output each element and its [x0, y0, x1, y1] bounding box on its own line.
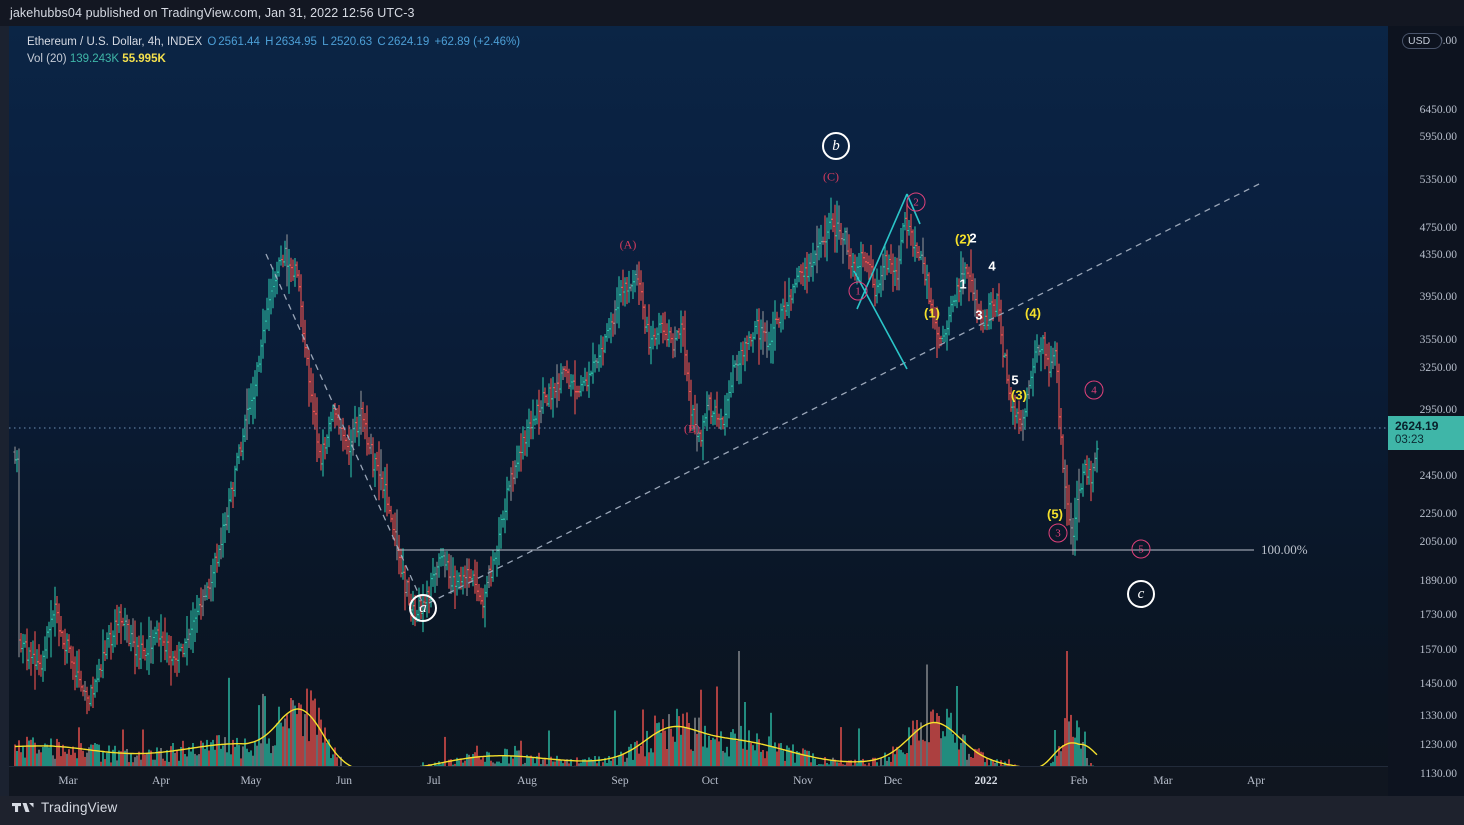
branding-text: TradingView — [41, 800, 118, 815]
left-gutter — [0, 26, 9, 796]
time-tick: Apr — [152, 775, 170, 787]
chart-legend: Ethereum / U.S. Dollar, 4h, INDEX O 2561.… — [27, 34, 522, 68]
current-price-countdown: 03:23 — [1395, 434, 1424, 446]
legend-close: 2624.19 — [387, 36, 430, 48]
price-plot-area[interactable]: Ethereum / U.S. Dollar, 4h, INDEX O 2561.… — [9, 26, 1388, 796]
time-tick: Oct — [701, 775, 719, 787]
attribution-bar: jakehubbs04 published on TradingView.com… — [0, 0, 1464, 26]
currency-badge[interactable]: USD — [1402, 33, 1442, 49]
legend-change: +62.89 (+2.46%) — [434, 36, 521, 48]
price-tick: 3550.00 — [1419, 334, 1457, 346]
time-tick: Nov — [793, 775, 813, 787]
price-tick: 2450.00 — [1419, 470, 1457, 482]
legend-high-label: H — [265, 36, 274, 48]
legend-volume-ma: 139.243K — [69, 53, 120, 65]
current-price-value: 2624.19 — [1395, 419, 1439, 433]
price-tick: 2250.00 — [1419, 508, 1457, 520]
price-tick: 3950.00 — [1419, 291, 1457, 303]
time-tick: 2022 — [974, 775, 998, 787]
legend-volume-value: 55.995K — [122, 53, 166, 65]
chart-frame: Ethereum / U.S. Dollar, 4h, INDEX O 2561.… — [0, 26, 1464, 796]
price-tick: 5950.00 — [1419, 131, 1457, 143]
legend-symbol[interactable]: Ethereum / U.S. Dollar, 4h, INDEX — [27, 36, 202, 48]
time-tick: Jul — [427, 775, 441, 787]
time-tick: Apr — [1247, 775, 1265, 787]
price-tick: 4750.00 — [1419, 222, 1457, 234]
price-axis[interactable]: 7050.00 USD 6450.005950.005350.004750.00… — [1388, 26, 1464, 796]
legend-low: 2520.63 — [330, 36, 373, 48]
price-tick: 3250.00 — [1419, 362, 1457, 374]
legend-volume-name[interactable]: Vol (20) — [27, 53, 67, 65]
price-tick: 1130.00 — [1420, 768, 1457, 780]
chart-screenshot: jakehubbs04 published on TradingView.com… — [0, 0, 1464, 825]
time-tick: Feb — [1070, 775, 1088, 787]
ohlc-bars — [13, 197, 1099, 715]
legend-high: 2634.95 — [275, 36, 317, 48]
price-tick: 1230.00 — [1419, 739, 1457, 751]
price-tick: 2950.00 — [1419, 404, 1457, 416]
current-price-badge[interactable]: 2624.19 03:23 — [1388, 416, 1464, 450]
branding-bar: TradingView — [0, 796, 1464, 825]
time-tick: Dec — [883, 775, 903, 787]
fib-100-label: 100.00% — [1261, 542, 1308, 557]
price-series-svg — [9, 182, 1388, 772]
tradingview-logo-icon — [12, 802, 34, 812]
price-tick: 1570.00 — [1419, 644, 1457, 656]
price-tick: 2050.00 — [1419, 536, 1457, 548]
legend-close-label: C — [377, 36, 386, 48]
price-tick: 1890.00 — [1419, 575, 1457, 587]
price-tick: 1450.00 — [1419, 678, 1457, 690]
price-tick: 1730.00 — [1419, 609, 1457, 621]
time-tick: May — [240, 775, 262, 787]
price-tick: 1330.00 — [1419, 710, 1457, 722]
price-tick: 5350.00 — [1419, 174, 1457, 186]
time-axis[interactable]: Mar Apr May Jun Jul Aug Sep Oct Nov Dec 2022 Feb Mar… — [9, 766, 1388, 796]
descending-trendline — [265, 253, 425, 607]
price-tick: 6450.00 — [1419, 104, 1457, 116]
legend-open: 2561.44 — [218, 36, 260, 48]
price-tick: 4350.00 — [1419, 249, 1457, 261]
legend-low-label: L — [322, 36, 329, 48]
time-tick: Mar — [1153, 775, 1173, 787]
legend-open-label: O — [207, 36, 217, 48]
cyan-channel-upper-a — [906, 193, 921, 225]
time-tick: Jun — [336, 775, 352, 787]
time-tick: Mar — [58, 775, 78, 787]
time-tick: Aug — [517, 775, 537, 787]
time-tick: Sep — [611, 775, 629, 787]
